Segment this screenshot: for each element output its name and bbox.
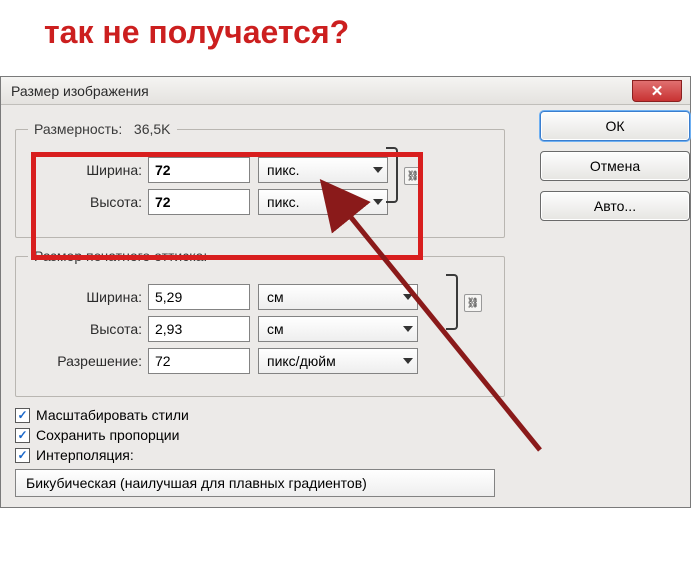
px-height-unit-combo[interactable]: пикс.: [258, 189, 388, 215]
checkbox-label: Масштабировать стили: [36, 407, 189, 423]
resolution-label: Разрешение:: [28, 353, 148, 369]
checkbox-icon: ✓: [15, 408, 30, 423]
px-width-label: Ширина:: [28, 162, 148, 178]
dialog-title: Размер изображения: [11, 83, 149, 99]
chevron-down-icon: [403, 358, 413, 364]
pixel-dimensions-legend: Размерность: 36,5K: [28, 121, 177, 137]
constrain-proportions-checkbox-row[interactable]: ✓ Сохранить пропорции: [15, 427, 678, 443]
file-size-value: 36,5K: [134, 121, 171, 137]
print-width-unit-combo[interactable]: см: [258, 284, 418, 310]
resolution-unit-combo[interactable]: пикс/дюйм: [258, 348, 418, 374]
combo-value: см: [267, 289, 284, 305]
checkbox-icon: ✓: [15, 428, 30, 443]
px-width-input[interactable]: [148, 157, 250, 183]
image-size-dialog: Размер изображения ✕ ОК Отмена Авто... Р…: [0, 76, 691, 508]
print-width-input[interactable]: [148, 284, 250, 310]
px-width-unit-combo[interactable]: пикс.: [258, 157, 388, 183]
interpolation-combo[interactable]: Бикубическая (наилучшая для плавных град…: [15, 469, 495, 497]
scale-styles-checkbox-row[interactable]: ✓ Масштабировать стили: [15, 407, 678, 423]
combo-value: Бикубическая (наилучшая для плавных град…: [26, 475, 367, 491]
chevron-down-icon: [373, 167, 383, 173]
print-height-label: Высота:: [28, 321, 148, 337]
print-size-group: Размер печатного оттиска: Ширина: см Выс…: [15, 248, 505, 397]
constrain-bracket: [386, 147, 398, 203]
chevron-down-icon: [373, 199, 383, 205]
checkbox-icon: ✓: [15, 448, 30, 463]
titlebar: Размер изображения ✕: [1, 77, 690, 105]
chevron-down-icon: [403, 326, 413, 332]
px-height-label: Высота:: [28, 194, 148, 210]
close-button[interactable]: ✕: [632, 80, 682, 102]
annotation-text: так не получается?: [44, 14, 349, 51]
resolution-input[interactable]: [148, 348, 250, 374]
pixel-dimensions-group: Размерность: 36,5K Ширина: пикс. Высота:…: [15, 121, 505, 238]
link-icon[interactable]: ⛓: [464, 294, 482, 312]
close-icon: ✕: [651, 82, 664, 100]
dialog-content: ОК Отмена Авто... Размерность: 36,5K Шир…: [1, 105, 690, 507]
checkbox-label: Интерполяция:: [36, 447, 134, 463]
combo-value: пикс/дюйм: [267, 353, 336, 369]
checkbox-label: Сохранить пропорции: [36, 427, 179, 443]
chevron-down-icon: [403, 294, 413, 300]
constrain-bracket: [446, 274, 458, 330]
print-width-label: Ширина:: [28, 289, 148, 305]
px-height-input[interactable]: [148, 189, 250, 215]
combo-value: пикс.: [267, 162, 300, 178]
combo-value: пикс.: [267, 194, 300, 210]
interpolation-checkbox-row[interactable]: ✓ Интерполяция:: [15, 447, 678, 463]
legend-prefix: Размерность:: [34, 121, 122, 137]
print-height-input[interactable]: [148, 316, 250, 342]
print-size-legend: Размер печатного оттиска:: [28, 248, 213, 264]
auto-button[interactable]: Авто...: [540, 191, 690, 221]
combo-value: см: [267, 321, 284, 337]
side-buttons: ОК Отмена Авто...: [540, 111, 690, 221]
print-height-unit-combo[interactable]: см: [258, 316, 418, 342]
link-icon[interactable]: ⛓: [404, 167, 422, 185]
ok-button[interactable]: ОК: [540, 111, 690, 141]
cancel-button[interactable]: Отмена: [540, 151, 690, 181]
